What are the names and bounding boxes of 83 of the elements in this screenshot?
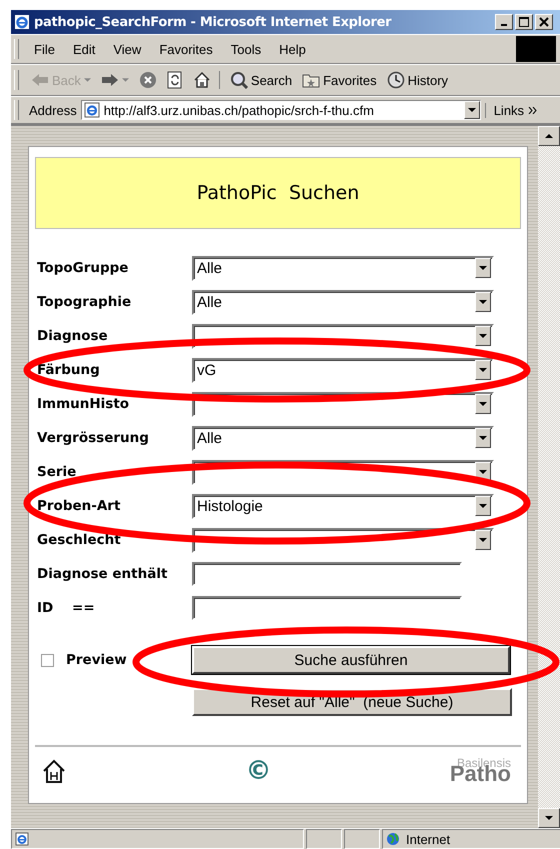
page-heading: PathoPic Suchen: [196, 182, 360, 204]
links-button[interactable]: Links: [484, 102, 524, 118]
caret-icon: [479, 368, 487, 372]
status-panel: [306, 829, 342, 849]
dropdown-button[interactable]: [475, 394, 491, 414]
caret-icon: [479, 504, 487, 508]
checkbox[interactable]: [41, 654, 54, 666]
dropdown-button[interactable]: [475, 258, 491, 278]
caret-icon: [122, 78, 129, 82]
menu-item[interactable]: Help: [270, 42, 315, 56]
caret-icon: [545, 134, 553, 138]
field-label: Geschlecht: [37, 532, 121, 548]
copyright-link[interactable]: ©: [245, 756, 272, 786]
history-button[interactable]: History: [382, 71, 452, 89]
maximize-button[interactable]: [515, 14, 533, 30]
dropdown-button[interactable]: [475, 496, 491, 516]
minimize-icon: [501, 24, 507, 26]
throbber-icon: [516, 36, 556, 62]
browser-icon: [14, 14, 30, 30]
caret-icon: [84, 78, 91, 82]
dropdown[interactable]: Alle: [192, 256, 494, 280]
zone-label: Internet: [406, 832, 450, 846]
scroll-up-button[interactable]: [538, 126, 560, 146]
caret-icon: [479, 334, 487, 338]
dropdown-button[interactable]: [464, 101, 480, 119]
page-icon: [15, 832, 29, 846]
menu-item[interactable]: Edit: [64, 42, 104, 56]
magnifier-icon: [230, 71, 248, 89]
dropdown[interactable]: Alle: [192, 290, 494, 314]
dropdown-button[interactable]: [475, 326, 491, 346]
dropdown[interactable]: Alle: [192, 426, 494, 450]
menu-item[interactable]: File: [25, 42, 64, 56]
dropdown-button[interactable]: [475, 360, 491, 380]
page-icon: [84, 102, 100, 118]
dropdown-button[interactable]: [475, 292, 491, 312]
search-button[interactable]: Suche ausführen: [192, 646, 510, 674]
refresh-icon: [166, 71, 183, 89]
home-icon: [192, 71, 211, 89]
window-title: pathopic_SearchForm - Microsoft Internet Explorer: [34, 14, 392, 30]
search-button[interactable]: Search: [226, 71, 296, 89]
dropdown-button[interactable]: [475, 428, 491, 448]
close-button[interactable]: [535, 14, 553, 30]
field-label: Diagnose enthält: [37, 566, 168, 582]
arrow-icon: [100, 73, 119, 87]
field-label: Diagnose: [37, 328, 108, 344]
caret-icon: [545, 816, 553, 820]
caret-icon: [479, 436, 487, 440]
caret-icon: [479, 402, 487, 406]
menu-item[interactable]: Favorites: [150, 42, 222, 56]
menu-item[interactable]: Tools: [222, 42, 270, 56]
dropdown-button[interactable]: [475, 530, 491, 550]
minimize-button[interactable]: [495, 14, 513, 30]
checkbox-label: Preview: [66, 652, 127, 668]
field-label: Färbung: [37, 362, 100, 378]
field-label: Vergrösserung: [37, 430, 149, 446]
close-icon: [539, 17, 549, 27]
field-label: TopoGruppe: [37, 260, 128, 276]
folder-star-icon: [302, 72, 320, 88]
scroll-down-button[interactable]: [538, 808, 560, 828]
field-label: Proben-Art: [37, 498, 120, 514]
clock-icon: [386, 71, 405, 89]
caret-icon: [468, 108, 476, 112]
menu-item[interactable]: View: [104, 42, 150, 56]
field-label: Topographie: [37, 294, 132, 310]
globe-icon: [386, 832, 400, 846]
field-label: ImmunHisto: [37, 396, 130, 412]
caret-icon: [479, 266, 487, 270]
caret-icon: [479, 470, 487, 474]
field-label: ID ==: [37, 600, 95, 616]
status-panel: [344, 829, 380, 849]
chevron-icon: [528, 106, 538, 114]
maximize-icon: [519, 17, 529, 27]
arrow-icon: [31, 73, 49, 87]
address-label: Address: [29, 102, 77, 118]
caret-icon: [479, 300, 487, 304]
dropdown[interactable]: Histologie: [192, 494, 494, 518]
home-icon[interactable]: [41, 758, 67, 784]
address-field[interactable]: http://alf3.urz.unibas.ch/pathopic/srch-f-thu.cfm: [80, 100, 481, 120]
stop-icon: [138, 71, 157, 89]
dropdown[interactable]: vG: [192, 358, 494, 382]
caret-icon: [479, 538, 487, 542]
favorites-button[interactable]: Favorites: [298, 72, 381, 88]
field-label: Serie: [37, 464, 76, 480]
